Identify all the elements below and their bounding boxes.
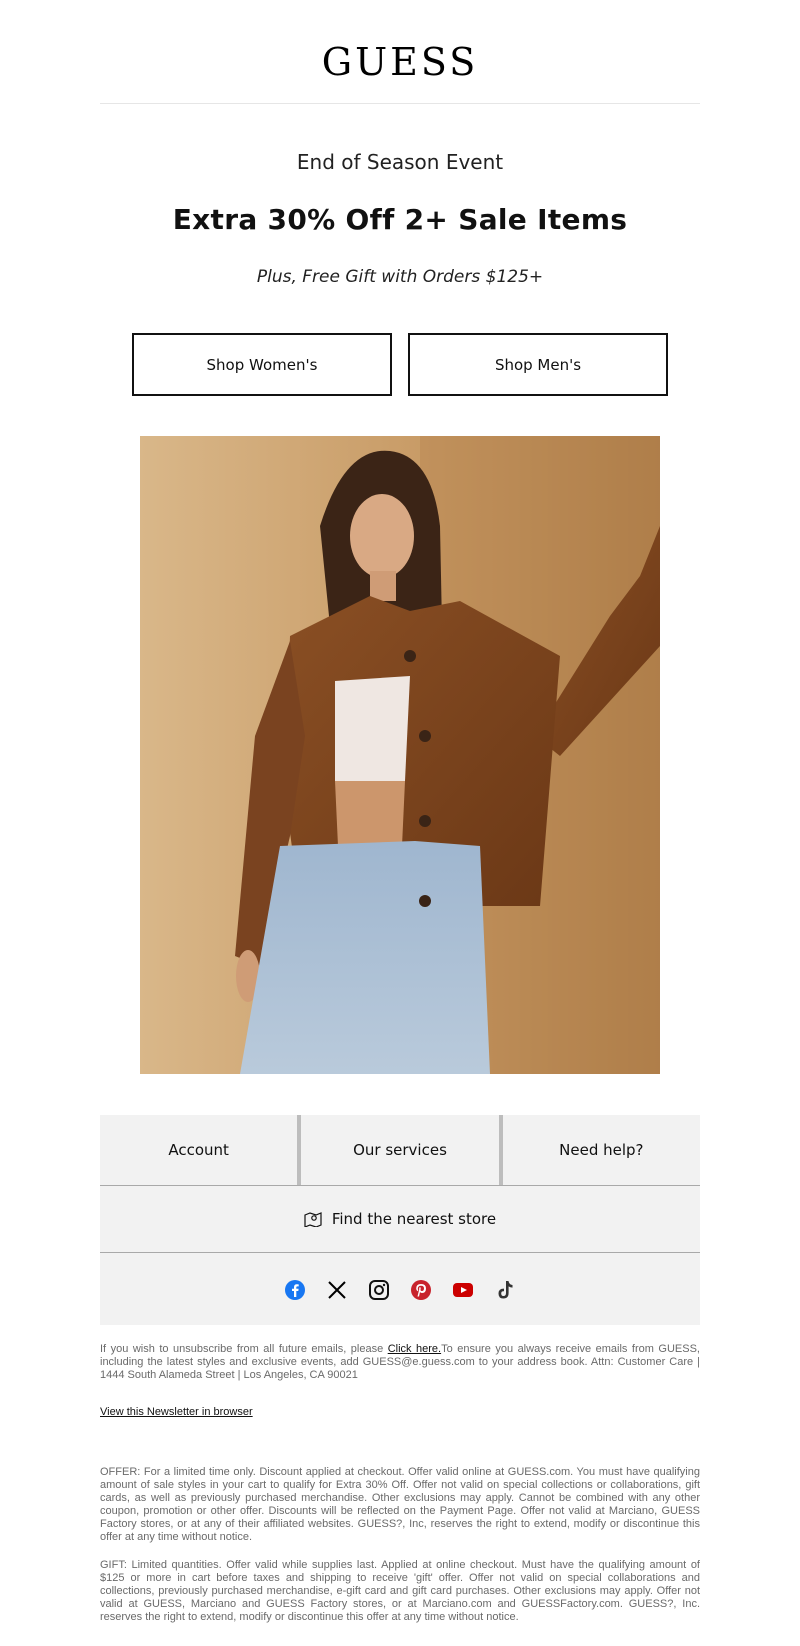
model-in-suede-jacket-photo [140, 436, 660, 1074]
find-store-link[interactable]: Find the nearest store [100, 1185, 700, 1253]
youtube-icon[interactable] [452, 1279, 474, 1301]
hero-image[interactable] [140, 436, 660, 1074]
find-store-label: Find the nearest store [331, 1210, 497, 1228]
shop-mens-button[interactable]: Shop Men's [408, 333, 668, 396]
instagram-icon[interactable] [368, 1279, 390, 1301]
pinterest-icon[interactable] [410, 1279, 432, 1301]
help-link[interactable]: Need help? [503, 1115, 700, 1185]
view-in-browser-link[interactable]: View this Newsletter in browser [100, 1406, 253, 1418]
gift-disclaimer: GIFT: Limited quantities. Offer valid wh… [100, 1559, 700, 1623]
facebook-icon[interactable] [284, 1279, 306, 1301]
offer-disclaimer: OFFER: For a limited time only. Discount… [100, 1466, 700, 1543]
account-link[interactable]: Account [100, 1115, 297, 1185]
services-link[interactable]: Our services [301, 1115, 498, 1185]
map-pin-icon [304, 1211, 322, 1227]
shop-womens-button[interactable]: Shop Women's [132, 333, 392, 396]
promo-subline: Plus, Free Gift with Orders $125+ [256, 267, 544, 287]
x-icon[interactable] [326, 1279, 348, 1301]
footer-nav: Account Our services Need help? Find the… [100, 1115, 700, 1325]
nav-links-row: Account Our services Need help? [100, 1115, 700, 1185]
promo-headline: Extra 30% Off 2+ Sale Items [172, 203, 628, 236]
social-links [100, 1254, 700, 1325]
guess-logo[interactable]: GUESS [322, 40, 479, 84]
unsubscribe-text: If you wish to unsubscribe from all futu… [100, 1343, 700, 1382]
header: GUESS [100, 30, 700, 104]
event-eyebrow: End of Season Event [296, 150, 504, 174]
unsubscribe-prefix: If you wish to unsubscribe from all futu… [100, 1343, 388, 1355]
unsubscribe-link[interactable]: Click here. [388, 1343, 441, 1355]
tiktok-icon[interactable] [494, 1279, 516, 1301]
